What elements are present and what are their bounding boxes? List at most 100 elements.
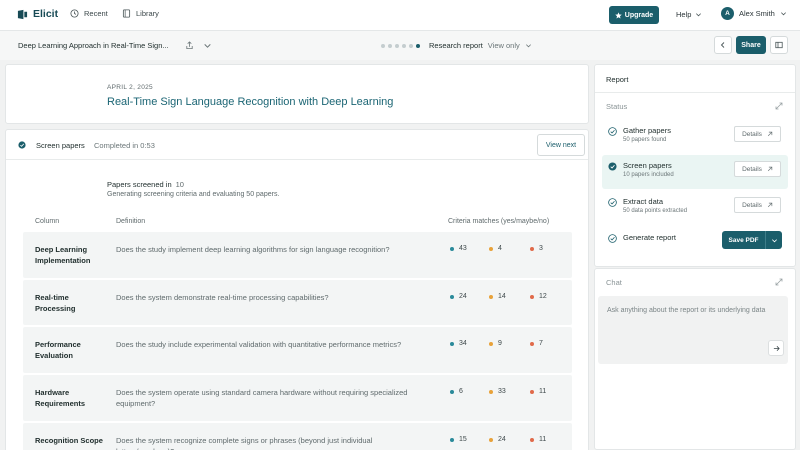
save-pdf-button[interactable]: Save PDF [722, 231, 782, 249]
no-count: 11 [530, 436, 546, 443]
chat-heading: Chat [606, 278, 622, 287]
criterion-name: Recognition Scope [35, 436, 103, 445]
report-panel: Report Status Gather papers 50 papers fo… [594, 64, 796, 267]
no-value: 7 [539, 340, 543, 347]
table-row[interactable]: Deep Learning Implementation Does the st… [23, 232, 572, 278]
chevron-down-icon [780, 12, 786, 16]
maybe-dot [489, 389, 493, 394]
help-menu[interactable]: Help [676, 10, 702, 19]
yes-value: 43 [459, 245, 467, 252]
save-options-dropdown[interactable] [766, 237, 782, 244]
no-dot [530, 341, 534, 346]
step-gather-papers: Gather papers 50 papers found Details [602, 120, 788, 154]
table-row[interactable]: Hardware Requirements Does the system op… [23, 375, 572, 421]
share-button[interactable]: Share [736, 36, 766, 54]
export-icon[interactable] [185, 41, 194, 50]
book-icon [122, 9, 131, 18]
report-title: Real-Time Sign Language Recognition with… [107, 96, 394, 108]
step-name: Generate report [623, 233, 676, 242]
details-button[interactable]: Details [734, 197, 781, 213]
no-dot [530, 246, 534, 251]
nav-library-label: Library [136, 9, 159, 18]
expand-icon[interactable] [775, 102, 783, 110]
screen-papers-label: Screen papers [36, 141, 85, 150]
view-next-button[interactable]: View next [537, 134, 585, 156]
top-nav: Elicit Recent Library Upgrade Help A Ale… [0, 0, 800, 30]
completion-time: Completed in 0:53 [94, 141, 155, 150]
expand-icon[interactable] [775, 278, 783, 286]
column-header-definition: Definition [116, 218, 146, 225]
chevron-down-icon[interactable] [203, 41, 212, 50]
view-mode-selector[interactable]: Research report View only [429, 41, 532, 50]
check-circle-icon [608, 198, 617, 207]
details-button[interactable]: Details [734, 161, 781, 177]
chat-input[interactable]: Ask anything about the report or its und… [598, 296, 788, 364]
main-panel: APRIL 2, 2025 Real-Time Sign Language Re… [5, 64, 589, 450]
chat-panel: Chat Ask anything about the report or it… [594, 268, 796, 450]
toggle-panel-button[interactable] [770, 36, 788, 54]
check-circle-icon [18, 141, 26, 149]
no-value: 11 [539, 388, 547, 395]
criterion-name: Real-time Processing [35, 293, 76, 313]
yes-count: 24 [450, 293, 467, 300]
yes-value: 6 [459, 388, 463, 395]
step-extract-data: Extract data 50 data points extracted De… [602, 191, 788, 225]
progress-dot [395, 44, 399, 48]
maybe-value: 4 [498, 245, 502, 252]
no-count: 11 [530, 388, 546, 395]
table-row[interactable]: Performance Evaluation Does the study in… [23, 327, 572, 373]
yes-dot [450, 246, 454, 251]
nav-recent-label: Recent [84, 9, 108, 18]
yes-count: 15 [450, 436, 467, 443]
brand-logo[interactable]: Elicit [17, 8, 58, 20]
sidebar-icon [775, 41, 783, 49]
table-row[interactable]: Real-time Processing Does the system dem… [23, 280, 572, 325]
send-button[interactable] [768, 340, 784, 356]
no-dot [530, 437, 534, 442]
check-circle-filled-icon [608, 162, 617, 171]
user-menu[interactable]: A Alex Smith [721, 7, 787, 20]
maybe-count: 4 [489, 245, 502, 252]
step-subtitle: 10 papers included [623, 172, 674, 178]
criterion-definition: Does the system operate using standard c… [116, 388, 408, 408]
chevron-down-icon [525, 44, 531, 48]
screen-status-row: Screen papers Completed in 0:53 View nex… [6, 130, 588, 160]
report-type-label: Research report [429, 41, 483, 50]
arrow-up-right-icon [767, 202, 773, 208]
table-row[interactable]: Recognition Scope Does the system recogn… [23, 423, 572, 450]
step-name: Extract data [623, 197, 664, 206]
back-button[interactable] [714, 36, 732, 54]
maybe-value: 14 [498, 293, 506, 300]
upgrade-button[interactable]: Upgrade [609, 6, 659, 24]
chevron-left-icon [720, 42, 725, 48]
details-button[interactable]: Details [734, 126, 781, 142]
papers-screened-count: 10 [175, 180, 184, 189]
no-count: 12 [530, 293, 547, 300]
maybe-count: 33 [489, 388, 506, 395]
progress-dots [381, 44, 420, 48]
step-screen-papers: Screen papers 10 papers included Details [602, 155, 788, 189]
report-panel-title: Report [606, 75, 629, 84]
check-circle-icon [608, 127, 617, 136]
maybe-count: 24 [489, 436, 506, 443]
step-subtitle: 50 papers found [623, 137, 667, 143]
yes-value: 24 [459, 293, 467, 300]
papers-screened: Papers screened in 10 [107, 180, 184, 189]
criterion-name: Performance Evaluation [35, 340, 81, 360]
nav-library[interactable]: Library [122, 9, 159, 18]
yes-count: 34 [450, 340, 467, 347]
no-count: 3 [530, 245, 543, 252]
maybe-value: 9 [498, 340, 502, 347]
no-value: 12 [539, 293, 547, 300]
nav-recent[interactable]: Recent [70, 9, 108, 18]
step-name: Gather papers [623, 126, 671, 135]
view-mode-label: View only [487, 41, 520, 50]
progress-dot [409, 44, 413, 48]
maybe-count: 9 [489, 340, 502, 347]
avatar: A [721, 7, 734, 20]
papers-screened-label: Papers screened in [107, 180, 172, 189]
chevron-down-icon [771, 238, 777, 242]
document-title[interactable]: Deep Learning Approach in Real-Time Sign… [18, 41, 169, 50]
progress-dot-active [416, 44, 420, 48]
progress-dot [388, 44, 392, 48]
